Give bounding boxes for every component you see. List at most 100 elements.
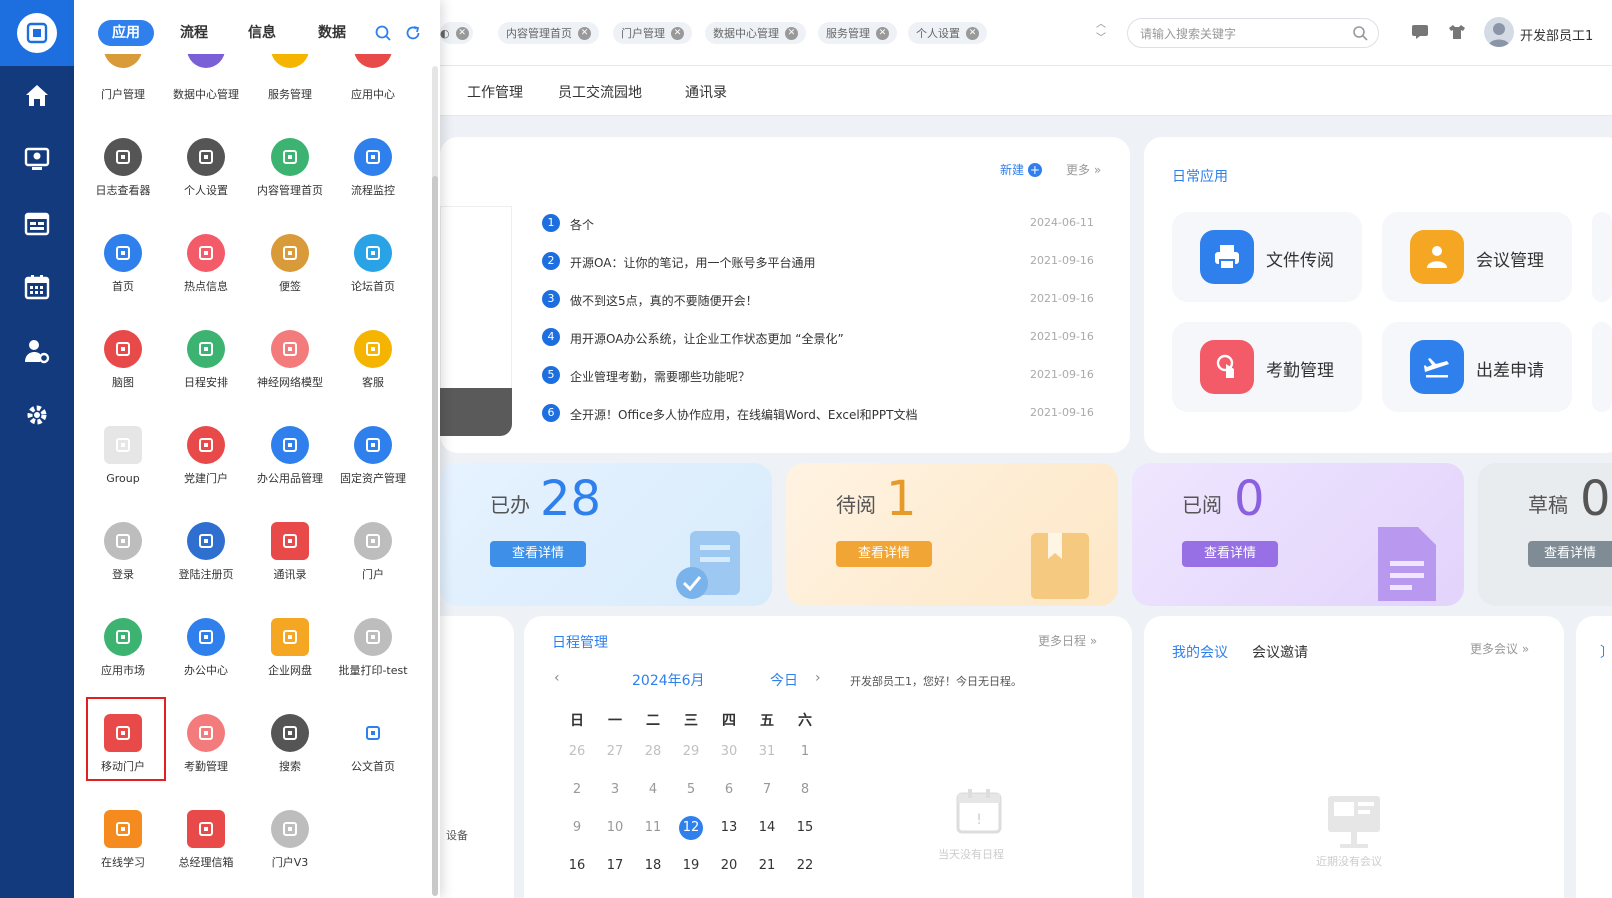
drawer-app[interactable]: 在线学习 — [81, 810, 165, 898]
close-icon[interactable]: ✕ — [671, 26, 684, 40]
view-details-button[interactable]: 查看详情 — [836, 541, 932, 567]
drawer-app[interactable]: 办公用品管理 — [248, 426, 332, 516]
close-icon[interactable]: ✕ — [876, 26, 889, 40]
drawer-app[interactable]: 客服 — [331, 330, 415, 420]
drawer-tab-apps[interactable]: 应用 — [98, 20, 154, 46]
news-item[interactable]: 2 开源OA：让你的笔记，用一个账号多平台通用 2021-09-16 — [542, 252, 1102, 272]
subtab-contacts[interactable]: 通讯录 — [685, 82, 727, 102]
drawer-app[interactable]: 日志查看器 — [81, 138, 165, 228]
app-label[interactable]: 服务管理 — [248, 86, 332, 102]
news-item[interactable]: 5 企业管理考勤，需要哪些功能呢？ 2021-09-16 — [542, 366, 1102, 386]
calendar-day[interactable]: 21 — [755, 858, 779, 873]
news-more-link[interactable]: 更多 » — [1066, 161, 1101, 178]
tab-portal-mgmt[interactable]: 门户管理 ✕ — [613, 22, 692, 44]
user-settings-icon[interactable] — [0, 326, 74, 376]
news-item[interactable]: 3 做不到这5点，真的不要随便开会！ 2021-09-16 — [542, 290, 1102, 310]
drawer-app[interactable]: 总经理信箱 — [164, 810, 248, 898]
calendar-day[interactable]: 3 — [603, 782, 627, 797]
calendar-day[interactable]: 8 — [793, 782, 817, 797]
drawer-app[interactable]: 搜索 — [248, 714, 332, 804]
app-file-circulation[interactable]: 文件传阅 — [1172, 212, 1362, 302]
drawer-app[interactable]: 固定资产管理 — [331, 426, 415, 516]
monitor-icon[interactable] — [0, 134, 74, 184]
tab-meeting-invites[interactable]: 会议邀请 — [1252, 642, 1308, 662]
tab-service-mgmt[interactable]: 服务管理 ✕ — [818, 22, 897, 44]
calendar-day[interactable]: 12 — [679, 816, 703, 840]
tab-data-center[interactable]: 数据中心管理 ✕ — [705, 22, 806, 44]
home-icon[interactable] — [0, 70, 74, 120]
calendar-icon[interactable] — [0, 262, 74, 312]
calendar-day[interactable]: 22 — [793, 858, 817, 873]
news-item[interactable]: 1 各个 2024-06-11 — [542, 214, 1102, 234]
close-icon[interactable]: ✕ — [966, 26, 979, 40]
tab-partial[interactable]: ◐ ✕ — [440, 22, 473, 44]
tab-content-home[interactable]: 内容管理首页 ✕ — [498, 22, 599, 44]
drawer-app[interactable]: 便签 — [248, 234, 332, 324]
drawer-scrollbar[interactable] — [432, 66, 438, 896]
calendar-day[interactable]: 18 — [641, 858, 665, 873]
avatar[interactable] — [1484, 17, 1514, 47]
close-icon[interactable]: ✕ — [455, 26, 469, 40]
close-icon[interactable]: ✕ — [578, 26, 591, 40]
view-details-button[interactable]: 查看详情 — [1182, 541, 1278, 567]
calendar-day[interactable]: 29 — [679, 744, 703, 759]
subtab-staff-forum[interactable]: 员工交流园地 — [558, 82, 642, 102]
drawer-app[interactable]: 论坛首页 — [331, 234, 415, 324]
app-label[interactable]: 门户管理 — [81, 86, 165, 102]
calendar-day[interactable]: 1 — [793, 744, 817, 759]
app-business-trip[interactable]: 出差申请 — [1382, 322, 1572, 412]
drawer-app[interactable]: 个人设置 — [164, 138, 248, 228]
drawer-tab-info[interactable]: 信息 — [242, 20, 282, 46]
meeting-more-link[interactable]: 更多会议 » — [1470, 640, 1529, 657]
tab-personal-settings[interactable]: 个人设置 ✕ — [908, 22, 987, 44]
drawer-app[interactable]: 公文首页 — [331, 714, 415, 804]
news-new-button[interactable]: 新建 + — [1000, 161, 1042, 178]
drawer-app[interactable]: 内容管理首页 — [248, 138, 332, 228]
drawer-app[interactable]: 批量打印-test — [331, 618, 415, 708]
app-tile-partial[interactable] — [1592, 322, 1612, 412]
scrollbar-thumb[interactable] — [432, 176, 438, 896]
app-tile-partial[interactable] — [1592, 212, 1612, 302]
calendar-day[interactable]: 27 — [603, 744, 627, 759]
drawer-app[interactable]: 脑图 — [81, 330, 165, 420]
calendar-day[interactable]: 10 — [603, 820, 627, 835]
calendar-day[interactable]: 6 — [717, 782, 741, 797]
drawer-tab-data[interactable]: 数据 — [312, 20, 352, 46]
calendar-day[interactable]: 19 — [679, 858, 703, 873]
news-item[interactable]: 6 全开源！Office多人协作应用，在线编辑Word、Excel和PPT文档 20… — [542, 404, 1102, 424]
today-button[interactable]: 今日 — [770, 670, 798, 690]
calendar-day[interactable]: 2 — [565, 782, 589, 797]
calendar-day[interactable]: 13 — [717, 820, 741, 835]
drawer-app[interactable]: Group — [81, 426, 165, 516]
user-name[interactable]: 开发部员工1 — [1520, 25, 1593, 44]
app-attendance[interactable]: 考勤管理 — [1172, 322, 1362, 412]
calendar-day[interactable]: 30 — [717, 744, 741, 759]
gear-icon[interactable] — [0, 390, 74, 440]
calendar-day[interactable]: 5 — [679, 782, 703, 797]
shirt-icon[interactable] — [1448, 24, 1466, 44]
drawer-app[interactable]: 登陆注册页 — [164, 522, 248, 612]
app-label[interactable]: 应用中心 — [331, 86, 415, 102]
calendar-day[interactable]: 4 — [641, 782, 665, 797]
schedule-more-link[interactable]: 更多日程 » — [1038, 632, 1097, 649]
app-meeting-mgmt[interactable]: 会议管理 — [1382, 212, 1572, 302]
drawer-app[interactable]: 应用市场 — [81, 618, 165, 708]
next-month-icon[interactable]: › — [815, 670, 821, 686]
drawer-tab-flows[interactable]: 流程 — [174, 20, 214, 46]
calendar-day[interactable]: 9 — [565, 820, 589, 835]
calendar-day[interactable]: 31 — [755, 744, 779, 759]
prev-month-icon[interactable]: ‹ — [554, 670, 560, 686]
subtab-work-mgmt[interactable]: 工作管理 — [467, 82, 523, 102]
drawer-app[interactable]: 登录 — [81, 522, 165, 612]
search-input[interactable]: 请输入搜索关键字 — [1127, 18, 1379, 48]
drawer-app[interactable]: 办公中心 — [164, 618, 248, 708]
drawer-app[interactable]: 通讯录 — [248, 522, 332, 612]
message-icon[interactable] — [1411, 24, 1429, 44]
drawer-app[interactable]: 神经网络模型 — [248, 330, 332, 420]
calendar-day[interactable]: 15 — [793, 820, 817, 835]
search-icon[interactable] — [374, 24, 392, 46]
view-details-button[interactable]: 查看详情 — [490, 541, 586, 567]
drawer-app[interactable]: 门户V3 — [248, 810, 332, 898]
drawer-app[interactable]: 门户 — [331, 522, 415, 612]
drawer-app[interactable]: 党建门户 — [164, 426, 248, 516]
